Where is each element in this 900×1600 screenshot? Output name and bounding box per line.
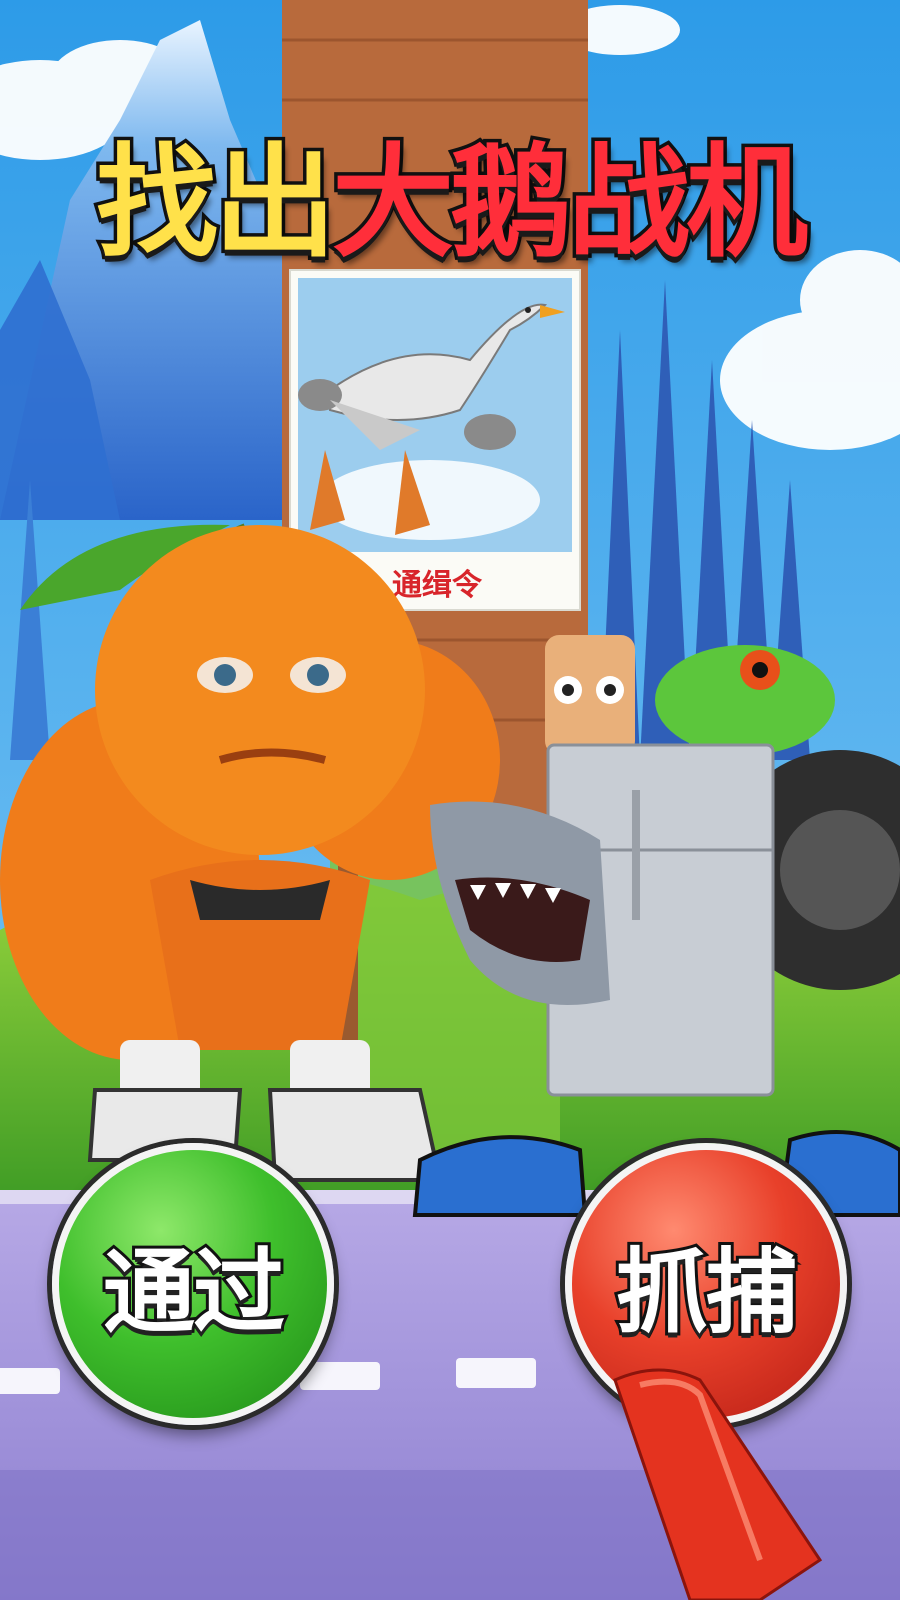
pointer-hand-icon (613, 1368, 823, 1600)
game-scene: 通缉令 找出大鹅战机 通过 抓捕 (0, 0, 900, 1600)
